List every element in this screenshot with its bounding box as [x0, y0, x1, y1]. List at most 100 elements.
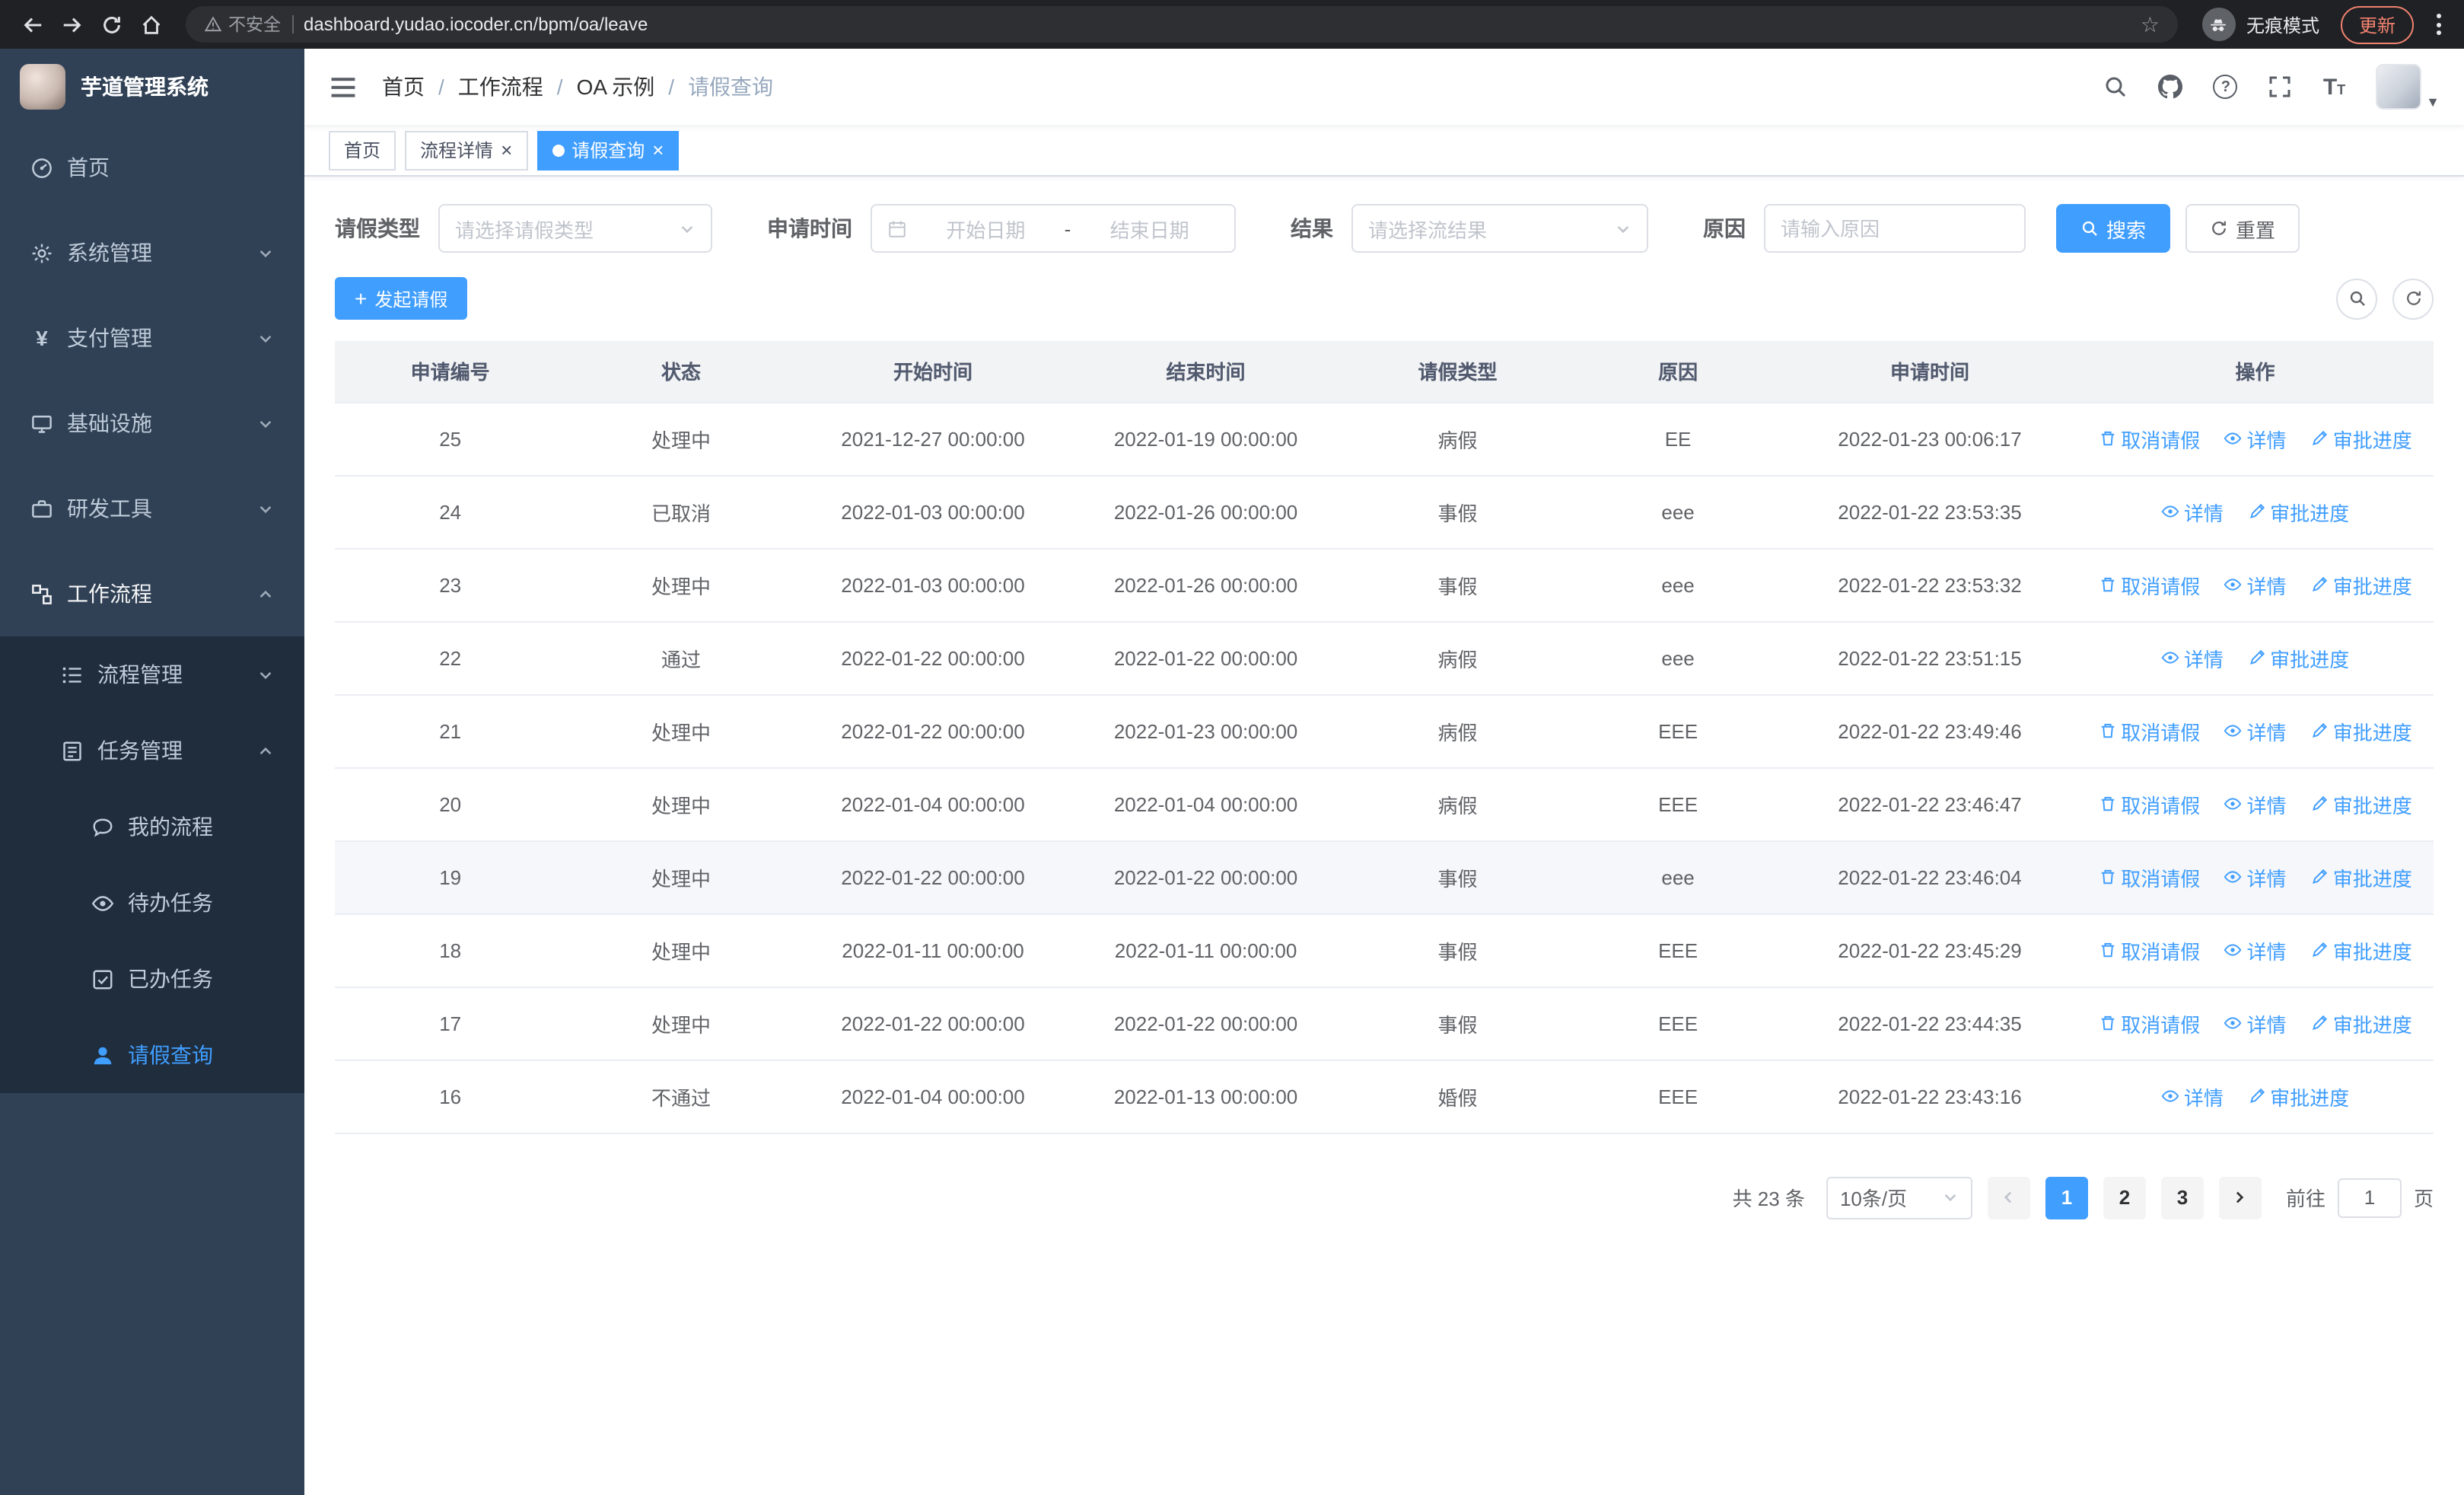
progress-link[interactable]: 审批进度: [2310, 570, 2412, 599]
apply-time-range-picker[interactable]: 开始日期 - 结束日期: [871, 204, 1236, 253]
sidebar-item-devtools[interactable]: 研发工具: [0, 466, 304, 551]
cell-start-time: 2022-01-11 00:00:00: [796, 913, 1070, 987]
cancel-leave-link[interactable]: 取消请假: [2098, 424, 2200, 453]
page-button-3[interactable]: 3: [2160, 1176, 2204, 1219]
create-leave-button[interactable]: + 发起请假: [335, 277, 468, 320]
github-icon[interactable]: [2158, 75, 2183, 99]
sidebar-item-system[interactable]: 系统管理: [0, 210, 304, 295]
progress-link[interactable]: 审批进度: [2310, 789, 2412, 818]
leave-type-select[interactable]: 请选择请假类型: [438, 204, 712, 253]
progress-link[interactable]: 审批进度: [2310, 862, 2412, 891]
detail-link[interactable]: 详情: [2224, 424, 2287, 453]
pen-icon: [2312, 869, 2327, 884]
sidebar-item-workflow[interactable]: 工作流程: [0, 551, 304, 636]
browser-menu-icon[interactable]: [2426, 8, 2452, 41]
sidebar-item-done-tasks[interactable]: 已办任务: [0, 941, 304, 1017]
progress-link[interactable]: 审批进度: [2247, 497, 2349, 526]
prev-page-button[interactable]: [1987, 1176, 2030, 1219]
detail-link[interactable]: 详情: [2224, 1009, 2287, 1038]
cell-applied-time: 2022-01-22 23:53:35: [1782, 475, 2077, 549]
bookmark-star-icon[interactable]: ☆: [2141, 11, 2160, 37]
detail-link[interactable]: 详情: [2161, 1082, 2224, 1111]
browser-update-button[interactable]: 更新: [2340, 5, 2414, 43]
close-icon[interactable]: ×: [652, 140, 664, 160]
detail-link[interactable]: 详情: [2224, 716, 2287, 745]
page-button-2[interactable]: 2: [2103, 1176, 2146, 1219]
sidebar-item-my-process[interactable]: 我的流程: [0, 789, 304, 865]
fullscreen-icon[interactable]: [2268, 75, 2293, 99]
table-row: 24 已取消 2022-01-03 00:00:00 2022-01-26 00…: [335, 475, 2434, 549]
avatar[interactable]: [2376, 64, 2422, 110]
cancel-leave-link[interactable]: 取消请假: [2098, 862, 2200, 891]
sidebar-collapse-icon[interactable]: [329, 72, 358, 101]
home-icon[interactable]: [131, 5, 170, 44]
font-size-icon[interactable]: TT: [2323, 75, 2345, 98]
result-select[interactable]: 请选择流结果: [1351, 204, 1648, 253]
sidebar-item-payment[interactable]: ¥ 支付管理: [0, 295, 304, 381]
cell-status: 处理中: [565, 767, 797, 841]
plus-icon: +: [355, 286, 368, 311]
sidebar-item-process-mgmt[interactable]: 流程管理: [0, 636, 304, 712]
page-button-1[interactable]: 1: [2045, 1176, 2088, 1219]
close-icon[interactable]: ×: [501, 140, 512, 160]
detail-link[interactable]: 详情: [2224, 936, 2287, 964]
cell-leave-type: 病假: [1342, 767, 1574, 841]
forward-icon[interactable]: [52, 5, 91, 44]
goto-page-input[interactable]: [2337, 1178, 2402, 1217]
magnifier-icon: [2082, 221, 2097, 236]
cell-leave-type: 事假: [1342, 548, 1574, 622]
col-header-status: 状态: [565, 341, 797, 403]
breadcrumb-item[interactable]: 工作流程: [458, 72, 543, 102]
dashboard-icon: [32, 158, 52, 177]
back-icon[interactable]: [12, 5, 52, 44]
reset-button[interactable]: 重置: [2185, 204, 2300, 253]
progress-link[interactable]: 审批进度: [2310, 424, 2412, 453]
cancel-leave-link[interactable]: 取消请假: [2098, 789, 2200, 818]
sidebar-item-todo-tasks[interactable]: 待办任务: [0, 865, 304, 941]
sidebar-item-infrastructure[interactable]: 基础设施: [0, 381, 304, 466]
cancel-leave-link[interactable]: 取消请假: [2098, 936, 2200, 964]
cell-applied-time: 2022-01-22 23:46:04: [1782, 840, 2077, 914]
cell-start-time: 2022-01-22 00:00:00: [796, 840, 1070, 914]
tab-leave-query[interactable]: 请假查询 ×: [536, 130, 680, 170]
cell-leave-type: 事假: [1342, 913, 1574, 987]
detail-link-label: 详情: [2246, 575, 2287, 598]
sidebar-item-label: 首页: [67, 155, 110, 180]
progress-link[interactable]: 审批进度: [2247, 643, 2349, 672]
cancel-leave-link[interactable]: 取消请假: [2098, 1009, 2200, 1038]
breadcrumb-item[interactable]: OA 示例: [577, 72, 655, 102]
reason-input[interactable]: [1781, 217, 2009, 240]
tab-home[interactable]: 首页: [329, 130, 396, 170]
sidebar-item-home[interactable]: 首页: [0, 125, 304, 210]
cancel-leave-link[interactable]: 取消请假: [2098, 716, 2200, 745]
reload-icon[interactable]: [91, 5, 131, 44]
cancel-leave-link[interactable]: 取消请假: [2098, 570, 2200, 599]
detail-link[interactable]: 详情: [2161, 497, 2224, 526]
progress-link[interactable]: 审批进度: [2310, 1009, 2412, 1038]
detail-link[interactable]: 详情: [2224, 862, 2287, 891]
security-warning[interactable]: 不安全: [204, 12, 281, 37]
help-icon[interactable]: ?: [2213, 75, 2238, 99]
search-icon[interactable]: [2104, 75, 2128, 99]
detail-link[interactable]: 详情: [2224, 789, 2287, 818]
user-menu[interactable]: ▼: [2376, 64, 2440, 110]
goto-page: 前往 页: [2286, 1178, 2434, 1217]
address-bar[interactable]: 不安全 dashboard.yudao.iocoder.cn/bpm/oa/le…: [186, 6, 2178, 43]
progress-link[interactable]: 审批进度: [2247, 1082, 2349, 1111]
toggle-search-button[interactable]: [2336, 278, 2377, 319]
breadcrumb-item[interactable]: 首页: [382, 72, 425, 102]
sidebar-item-leave-query[interactable]: 请假查询: [0, 1017, 304, 1093]
detail-link[interactable]: 详情: [2161, 643, 2224, 672]
next-page-button[interactable]: [2218, 1176, 2262, 1219]
cell-start-time: 2022-01-22 00:00:00: [796, 694, 1070, 768]
sidebar-item-task-mgmt[interactable]: 任务管理: [0, 712, 304, 789]
detail-link[interactable]: 详情: [2224, 570, 2287, 599]
breadcrumb: 首页 / 工作流程 / OA 示例 / 请假查询: [382, 72, 773, 102]
search-button[interactable]: 搜索: [2056, 204, 2171, 253]
page-size-select[interactable]: 10条/页: [1826, 1176, 1972, 1219]
detail-link-label: 详情: [2246, 1013, 2287, 1036]
tab-process-detail[interactable]: 流程详情 ×: [405, 130, 528, 170]
progress-link[interactable]: 审批进度: [2310, 936, 2412, 964]
refresh-table-button[interactable]: [2392, 278, 2434, 319]
progress-link[interactable]: 审批进度: [2310, 716, 2412, 745]
